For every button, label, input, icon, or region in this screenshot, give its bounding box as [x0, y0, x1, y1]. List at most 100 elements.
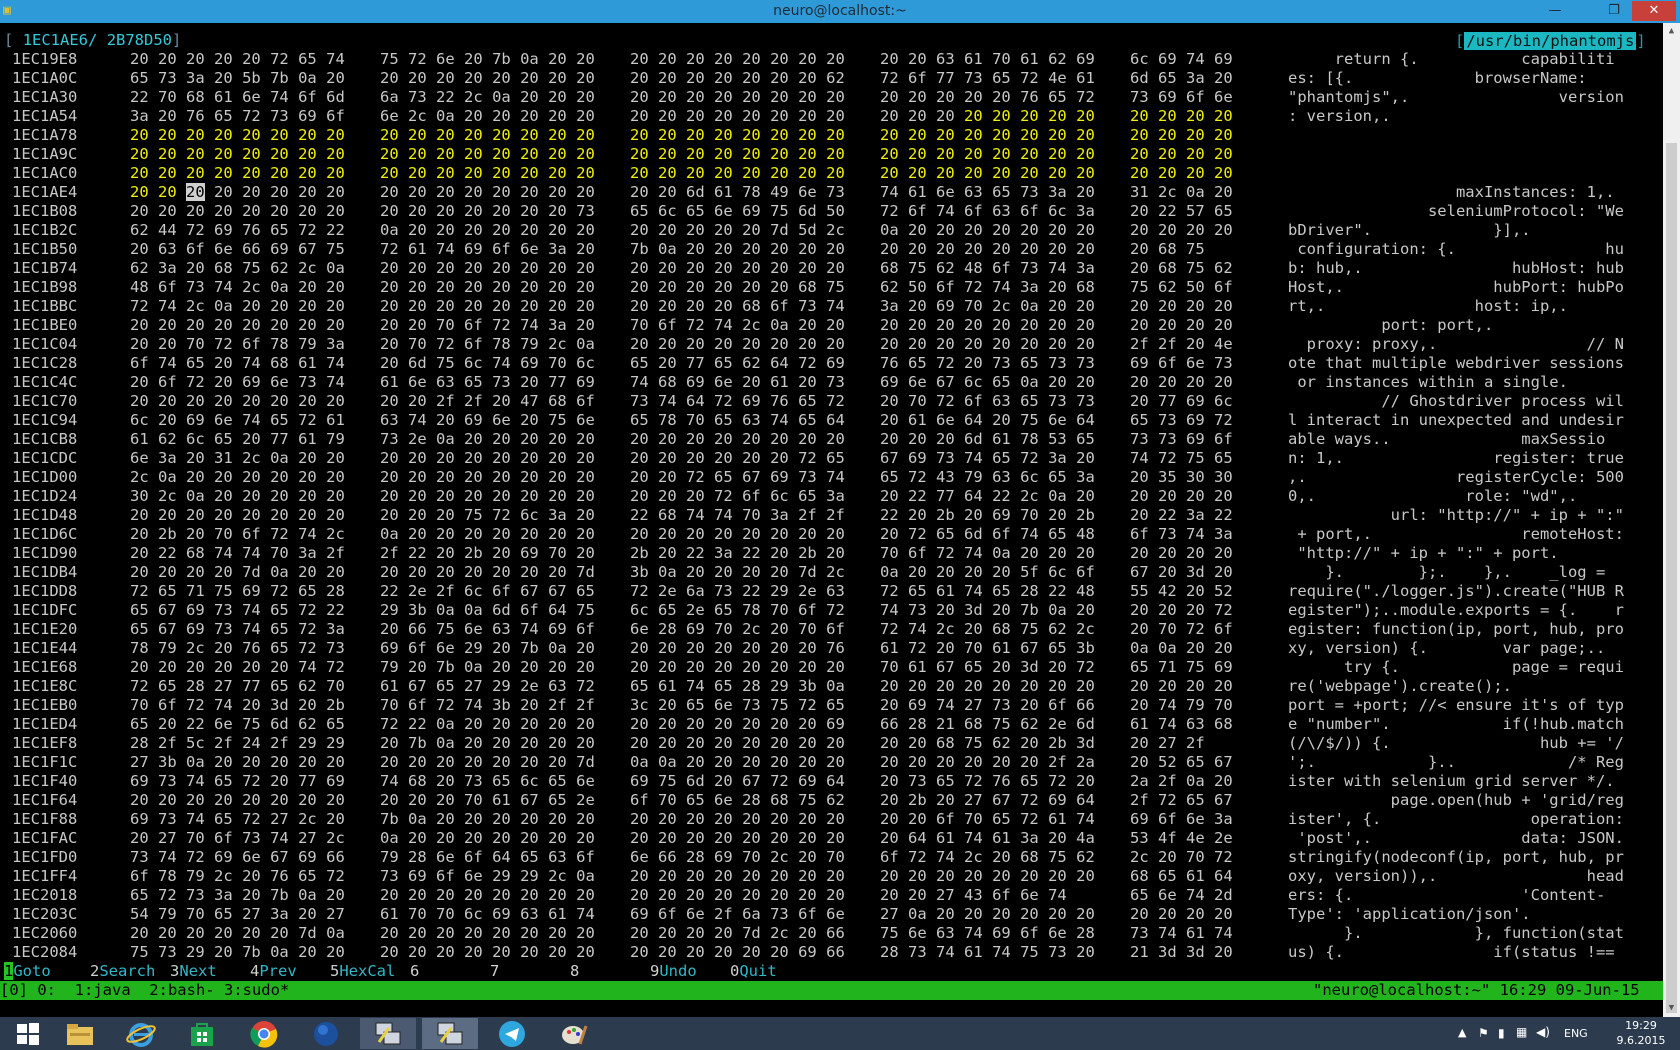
- hex-byte-group[interactable]: 20 2b 20 27 67 72 69 64: [880, 791, 1095, 810]
- hex-byte-group[interactable]: 66 28 21 68 75 62 2e 6d: [880, 715, 1095, 734]
- hex-byte-group[interactable]: 6e 3a 20 31 2c 0a 20 20: [130, 449, 345, 468]
- hex-byte-group[interactable]: 20 22 57 65: [1130, 202, 1233, 221]
- hex-byte-group[interactable]: 73 69 6f 6e: [1130, 88, 1233, 107]
- hex-byte-group[interactable]: 20 20 2f 2f 20 47 68 6f: [380, 392, 595, 411]
- fkey-3[interactable]: 3Next: [170, 962, 217, 981]
- hex-byte-group[interactable]: 20 20 20 20 20 20 20 20: [380, 297, 595, 316]
- hex-byte-group[interactable]: 65 71 75 69: [1130, 658, 1233, 677]
- hex-byte-group[interactable]: 0a 20 20 20 20 20 20 20: [380, 221, 595, 240]
- hex-byte-group[interactable]: 20 20 20 20 68 6f 73 74: [630, 297, 845, 316]
- hex-byte-group[interactable]: 3b 0a 20 20 20 20 7d 2c: [630, 563, 845, 582]
- hex-byte-group[interactable]: 20 20 20 20 20 20 20 20: [630, 867, 845, 886]
- hex-byte-group[interactable]: 20 22 68 74 74 70 3a 2f: [130, 544, 345, 563]
- hex-byte-group[interactable]: 65 6c 65 6e 69 75 6d 50: [630, 202, 845, 221]
- hex-byte-group[interactable]: 31 2c 0a 20: [1130, 183, 1233, 202]
- hex-byte-group[interactable]: 20 20 20 20 20 20 20 20: [630, 829, 845, 848]
- hex-row[interactable]: 1EC1C70 20 20 20 20 20 20 20 20 20 20 2f 2…: [0, 392, 1660, 411]
- hex-byte-group[interactable]: 74 72 75 65: [1130, 449, 1233, 468]
- hex-byte-group[interactable]: 20 20 20 20 20 20 20 7d: [380, 753, 595, 772]
- hex-byte-group[interactable]: 6f 78 79 2c 20 76 65 72: [130, 867, 345, 886]
- hex-byte-group[interactable]: 20 20 20 20 20 20 69 66: [630, 943, 845, 962]
- hex-row[interactable]: 1EC1CDC 6e 3a 20 31 2c 0a 20 20 20 20 20 2…: [0, 449, 1660, 468]
- hex-byte-group[interactable]: 20 2b 20 70 6f 72 74 2c: [130, 525, 345, 544]
- network-icon[interactable]: ▦: [1516, 1025, 1527, 1039]
- hex-byte-group[interactable]: 20 20 20 20 20 20 20 20: [380, 449, 595, 468]
- fkey-7[interactable]: 7: [490, 962, 499, 981]
- hex-byte-group[interactable]: 30 2c 0a 20 20 20 20 20: [130, 487, 345, 506]
- hex-byte-group[interactable]: 20 27 2f: [1130, 734, 1205, 753]
- hex-row[interactable]: 1EC1E8C 72 65 28 27 77 65 62 70 61 67 65 2…: [0, 677, 1660, 696]
- hex-byte-group[interactable]: 72 65 28 27 77 65 62 70: [130, 677, 345, 696]
- hex-byte-group[interactable]: 20 20 20 20 20 20 20 20: [130, 392, 345, 411]
- hex-byte-group[interactable]: 20 20 20 20 20 20 20 20: [380, 69, 595, 88]
- hex-byte-group[interactable]: 65 20 77 65 62 64 72 69: [630, 354, 845, 373]
- hex-byte-group[interactable]: 20 20 20 20: [1130, 373, 1233, 392]
- hex-byte-group[interactable]: 78 79 2c 20 76 65 72 73: [130, 639, 345, 658]
- hex-byte-group[interactable]: 65 67 69 73 74 65 72 3a: [130, 620, 345, 639]
- hex-byte-group[interactable]: 20 20 20 20 20 20 20 20: [630, 430, 845, 449]
- hex-row[interactable]: 1EC1BBC 72 74 2c 0a 20 20 20 20 20 20 20 2…: [0, 297, 1660, 316]
- hex-byte-group[interactable]: 20 20 20 20 20 20 20 20: [630, 107, 845, 126]
- hex-row[interactable]: 1EC1BE0 20 20 20 20 20 20 20 20 20 20 70 6…: [0, 316, 1660, 335]
- hex-byte-group[interactable]: 65 72 73 3a 20 7b 0a 20: [130, 886, 345, 905]
- hex-byte-group[interactable]: 61 67 65 27 29 2e 63 72: [380, 677, 595, 696]
- hex-byte-group[interactable]: 22 20 2b 20 69 70 20 2b: [880, 506, 1095, 525]
- hex-byte-group[interactable]: 69 6e 67 6c 65 0a 20 20: [880, 373, 1095, 392]
- hex-row[interactable]: 1EC2060 20 20 20 20 20 20 7d 0a 20 20 20 2…: [0, 924, 1660, 943]
- hex-byte-group[interactable]: 68 75 62 48 6f 73 74 3a: [880, 259, 1095, 278]
- hex-byte-group[interactable]: 72 74 2c 0a 20 20 20 20: [130, 297, 345, 316]
- hex-byte-group[interactable]: 48 6f 73 74 2c 0a 20 20: [130, 278, 345, 297]
- hex-row[interactable]: 1EC1B98 48 6f 73 74 2c 0a 20 20 20 20 20 2…: [0, 278, 1660, 297]
- hex-row[interactable]: 1EC1A9C 20 20 20 20 20 20 20 20 20 20 20 2…: [0, 145, 1660, 164]
- clock-time[interactable]: 19:29: [1611, 1019, 1671, 1032]
- hex-row[interactable]: 1EC1F64 20 20 20 20 20 20 20 20 20 20 20 7…: [0, 791, 1660, 810]
- hex-row[interactable]: 1EC1C94 6c 20 69 6e 74 65 72 61 63 74 20 6…: [0, 411, 1660, 430]
- battery-icon[interactable]: ▮: [1498, 1026, 1505, 1040]
- hex-byte-group[interactable]: 20 20 6d 61 78 49 6e 73: [630, 183, 845, 202]
- hex-row[interactable]: 1EC2084 75 73 29 20 7b 0a 20 20 20 20 20 2…: [0, 943, 1660, 962]
- hex-row[interactable]: 1EC1F1C 27 3b 0a 20 20 20 20 20 20 20 20 2…: [0, 753, 1660, 772]
- hex-byte-group[interactable]: 20 70 72 6f 63 65 73 73: [880, 392, 1095, 411]
- hex-byte-group[interactable]: 69 73 74 65 72 27 2c 20: [130, 810, 345, 829]
- hex-byte-group[interactable]: 62 3a 20 68 75 62 2c 0a: [130, 259, 345, 278]
- hex-byte-group[interactable]: 6f 73 74 3a: [1130, 525, 1233, 544]
- hex-byte-group[interactable]: 74 68 69 6e 20 61 20 73: [630, 373, 845, 392]
- hex-byte-group[interactable]: 20 20 20 20 20 20 20 20: [880, 126, 1095, 145]
- hex-byte-group[interactable]: 20 72 65 6d 6f 74 65 48: [880, 525, 1095, 544]
- hex-byte-group[interactable]: 65 20 22 6e 75 6d 62 65: [130, 715, 345, 734]
- hex-byte-group[interactable]: 20 20 20 20 20 20 7d 0a: [130, 924, 345, 943]
- hex-byte-group[interactable]: 2a 2f 0a 20: [1130, 772, 1233, 791]
- hex-byte-group[interactable]: 74 68 20 73 65 6c 65 6e: [380, 772, 595, 791]
- hex-byte-group[interactable]: 2c 0a 20 20 20 20 20 20: [130, 468, 345, 487]
- fkey-5[interactable]: 5HexCal: [330, 962, 395, 981]
- hex-byte-group[interactable]: 20 20 20 20 20 20 20 20: [630, 335, 845, 354]
- hex-byte-group[interactable]: 20 20 20 20 20 20 20 69: [630, 715, 845, 734]
- hex-row[interactable]: 1EC1F88 69 73 74 65 72 27 2c 20 7b 0a 20 2…: [0, 810, 1660, 829]
- hex-byte-group[interactable]: 70 61 67 65 20 3d 20 72: [880, 658, 1095, 677]
- fkey-1[interactable]: 1Goto: [4, 962, 51, 981]
- hex-byte-group[interactable]: 65 73 3a 20 5b 7b 0a 20: [130, 69, 345, 88]
- hex-row[interactable]: 1EC1EB0 70 6f 72 74 20 3d 20 2b 70 6f 72 7…: [0, 696, 1660, 715]
- hex-row[interactable]: 1EC1C04 20 20 70 72 6f 78 79 3a 20 70 72 6…: [0, 335, 1660, 354]
- hex-byte-group[interactable]: 20 20 20 20 20 20 20 20: [130, 316, 345, 335]
- hex-byte-group[interactable]: 6c 20 69 6e 74 65 72 61: [130, 411, 345, 430]
- hex-byte-group[interactable]: 2c 20 70 72: [1130, 848, 1233, 867]
- hex-row[interactable]: 1EC1EF8 28 2f 5c 2f 24 2f 29 29 20 7b 0a 2…: [0, 734, 1660, 753]
- hex-row[interactable]: 1EC1B2C 62 44 72 69 76 65 72 22 0a 20 20 2…: [0, 221, 1660, 240]
- vertical-scrollbar[interactable]: ▲ ▼: [1663, 23, 1680, 1017]
- hex-byte-group[interactable]: 20 69 74 27 73 20 6f 66: [880, 696, 1095, 715]
- hex-byte-group[interactable]: 6f 72 74 2c 20 68 75 62: [880, 848, 1095, 867]
- hex-byte-group[interactable]: 69 6f 6e 2f 6a 73 6f 6e: [630, 905, 845, 924]
- fkey-6[interactable]: 6: [410, 962, 419, 981]
- hex-byte-group[interactable]: 22 2e 2f 6c 6f 67 67 65: [380, 582, 595, 601]
- hex-byte-group[interactable]: 61 74 63 68: [1130, 715, 1233, 734]
- hex-byte-group[interactable]: 20 20 20 20 20 20 20 20: [380, 126, 595, 145]
- hex-byte-group[interactable]: 6f 74 65 20 74 68 61 74: [130, 354, 345, 373]
- hex-byte-group[interactable]: 6c 65 2e 65 78 70 6f 72: [630, 601, 845, 620]
- taskbar-chrome[interactable]: [236, 1018, 292, 1049]
- hex-byte-group[interactable]: 75 6e 63 74 69 6f 6e 28: [880, 924, 1095, 943]
- hex-byte-group[interactable]: 20 20 20 20 20 20 20 20: [630, 886, 845, 905]
- hex-byte-group[interactable]: 72 74 2c 20 68 75 62 2c: [880, 620, 1095, 639]
- hex-byte-group[interactable]: 72 22 0a 20 20 20 20 20: [380, 715, 595, 734]
- hex-byte-group[interactable]: 72 61 74 69 6f 6e 3a 20: [380, 240, 595, 259]
